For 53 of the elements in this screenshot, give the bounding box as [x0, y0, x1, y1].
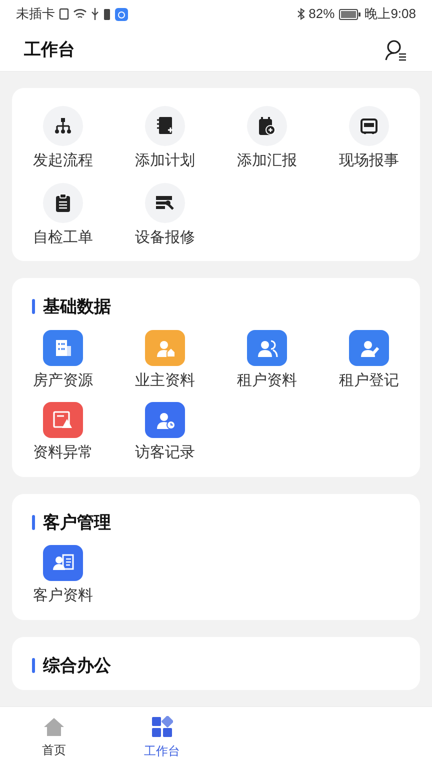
app-label[interactable]: 客户资料 — [33, 585, 93, 608]
app-notification-icon — [115, 8, 128, 20]
battery-icon — [338, 8, 361, 20]
section-title: 综合办公 — [43, 654, 111, 676]
action-label[interactable]: 添加计划 — [135, 150, 195, 172]
bluetooth-icon — [296, 8, 305, 20]
page-title: 工作台 — [24, 38, 75, 61]
people-icon — [255, 338, 279, 358]
app-label[interactable]: 访客记录 — [135, 442, 195, 464]
user-list-icon[interactable] — [384, 38, 408, 60]
wifi-icon — [73, 8, 87, 20]
app-label[interactable]: 业主资料 — [135, 370, 195, 392]
action-label[interactable]: 自检工单 — [33, 226, 93, 249]
usb-icon — [91, 8, 99, 20]
action-label[interactable]: 添加汇报 — [237, 150, 297, 172]
app-icon-tile[interactable] — [349, 330, 389, 366]
sim-icon — [59, 8, 69, 20]
app-icon-tile[interactable] — [145, 330, 185, 366]
app-icon-tile[interactable] — [43, 330, 83, 366]
person-clock-icon — [154, 410, 176, 430]
notebook-icon — [156, 116, 174, 136]
clock-text: 晚上9:08 — [364, 5, 416, 24]
section-title: 客户管理 — [43, 512, 111, 534]
section-marker — [32, 658, 35, 673]
calendar-add-icon — [258, 116, 276, 136]
action-label[interactable]: 发起流程 — [33, 150, 93, 172]
home-icon — [43, 716, 65, 736]
app-icon-tile[interactable] — [43, 545, 83, 581]
carrier-text: 未插卡 — [16, 5, 55, 24]
battery-percent-text: 82% — [308, 5, 335, 24]
tab-item[interactable]: 工作台 — [108, 707, 216, 768]
app-icon-tile[interactable] — [43, 402, 83, 438]
app-label[interactable]: 租户登记 — [339, 370, 399, 392]
battery-saver-icon — [103, 8, 111, 20]
action-label[interactable]: 设备报修 — [135, 226, 195, 249]
building-icon — [53, 338, 73, 358]
section-title: 基础数据 — [43, 296, 111, 318]
section-marker — [32, 514, 35, 530]
grid-icon — [151, 716, 173, 738]
hierarchy-icon — [54, 117, 72, 135]
tab-item[interactable]: 首页 — [0, 707, 108, 768]
barrier-icon — [360, 117, 378, 135]
device-wrench-icon — [155, 194, 175, 210]
document-warning-icon — [52, 410, 74, 430]
section-marker — [32, 299, 35, 314]
contact-card-icon — [51, 553, 75, 573]
app-label[interactable]: 资料异常 — [33, 442, 93, 464]
app-icon-tile[interactable] — [247, 330, 287, 366]
app-icon-tile[interactable] — [145, 402, 185, 438]
action-label[interactable]: 现场报事 — [339, 150, 399, 172]
app-label[interactable]: 房产资源 — [33, 370, 93, 392]
app-label[interactable]: 租户资料 — [237, 370, 297, 392]
clipboard-icon — [55, 192, 71, 212]
